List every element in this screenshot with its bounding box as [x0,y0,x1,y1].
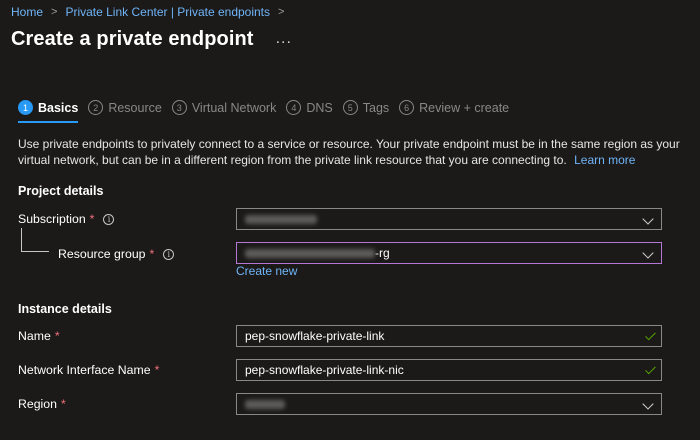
tab-review-create[interactable]: 6 Review + create [399,100,509,123]
breadcrumb-home-link[interactable]: Home [11,5,43,19]
project-details-heading: Project details [18,184,104,198]
nic-name-input[interactable]: pep-snowflake-private-link-nic [236,359,662,381]
chevron-down-icon [642,398,654,410]
tab-label: Resource [108,100,162,115]
required-marker: * [154,363,160,377]
tab-basics[interactable]: 1 Basics [18,100,79,123]
tab-virtual-network[interactable]: 3 Virtual Network [171,100,277,123]
breadcrumb-separator-icon: > [278,6,285,18]
required-marker: * [54,329,60,343]
checkmark-icon [645,329,656,341]
chevron-down-icon [642,213,654,225]
resource-group-label-text: Resource group [58,247,146,261]
tab-tags[interactable]: 5 Tags [342,100,390,123]
breadcrumb: Home > Private Link Center | Private end… [11,5,284,19]
step-number-icon: 3 [171,100,187,115]
wizard-tabs: 1 Basics 2 Resource 3 Virtual Network 4 … [18,100,509,123]
breadcrumb-private-endpoints-link[interactable]: Private Link Center | Private endpoints [65,5,270,19]
instance-details-heading: Instance details [18,302,112,316]
learn-more-link[interactable]: Learn more [574,153,635,167]
step-number-icon: 5 [342,100,358,115]
page-title: Create a private endpoint [11,28,254,50]
resource-group-value-suffix: -rg [375,246,390,260]
tab-resource[interactable]: 2 Resource [88,100,162,123]
step-number-icon: 6 [399,100,415,115]
description: Use private endpoints to privately conne… [18,136,688,168]
title-row: Create a private endpoint ... [11,28,292,51]
nic-name-input-value: pep-snowflake-private-link-nic [245,363,404,377]
region-dropdown[interactable] [236,393,662,415]
tree-connector [21,228,49,252]
tab-dns[interactable]: 4 DNS [286,100,333,123]
nic-name-label: Network Interface Name * [18,363,159,377]
tab-label: DNS [306,100,333,115]
tab-label: Review + create [419,100,510,115]
required-marker: * [89,212,95,226]
region-label-text: Region [18,397,57,411]
tab-label: Basics [38,100,79,115]
region-label: Region * [18,397,66,411]
resource-group-redacted-value [245,248,375,258]
breadcrumb-separator-icon: > [51,6,58,18]
subscription-redacted-value [245,214,317,224]
tab-label: Tags [362,100,390,115]
nic-name-label-text: Network Interface Name [18,363,151,377]
subscription-label-text: Subscription [18,212,86,226]
step-number-icon: 1 [18,100,33,115]
region-redacted-value [245,399,285,409]
step-number-icon: 4 [286,100,302,115]
subscription-label: Subscription * i [18,212,115,226]
name-input[interactable]: pep-snowflake-private-link [236,325,662,347]
tab-label: Virtual Network [191,100,277,115]
chevron-down-icon [642,247,654,259]
required-marker: * [60,397,66,411]
info-icon[interactable]: i [163,248,175,260]
name-input-value: pep-snowflake-private-link [245,329,385,343]
create-new-link[interactable]: Create new [236,264,297,278]
ellipsis-icon[interactable]: ... [276,30,292,48]
step-number-icon: 2 [88,100,104,115]
name-label: Name * [18,329,60,343]
subscription-dropdown[interactable] [236,208,662,230]
name-label-text: Name [18,329,51,343]
resource-group-dropdown[interactable]: -rg [236,242,662,264]
info-icon[interactable]: i [103,213,115,225]
resource-group-label: Resource group * i [58,247,175,261]
checkmark-icon [645,363,656,375]
required-marker: * [149,247,155,261]
